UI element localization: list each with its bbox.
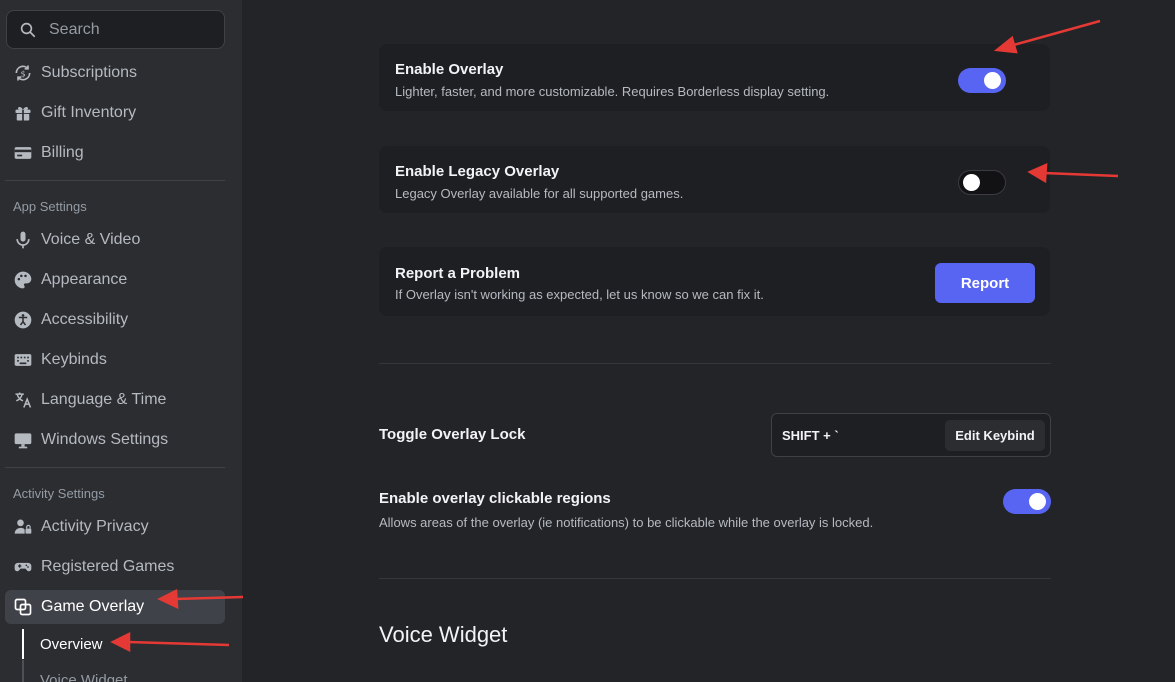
activity-settings-heading: Activity Settings <box>13 486 105 501</box>
sidebar-item-subscriptions[interactable]: $ Subscriptions <box>5 56 225 90</box>
sidebar-item-billing[interactable]: Billing <box>5 136 225 170</box>
sidebar-item-language-time[interactable]: Language & Time <box>5 383 225 417</box>
sidebar-divider <box>5 180 225 181</box>
search-icon <box>20 22 36 37</box>
billing-card-icon <box>13 143 33 163</box>
sidebar-item-windows-settings[interactable]: Windows Settings <box>5 423 225 457</box>
section-divider <box>379 578 1051 579</box>
sidebar-item-label: Accessibility <box>41 311 129 328</box>
toggle-overlay-lock-title: Toggle Overlay Lock <box>379 426 526 443</box>
sidebar-item-label: Game Overlay <box>41 598 145 615</box>
sidebar-item-keybinds[interactable]: Keybinds <box>5 343 225 377</box>
app-settings-heading: App Settings <box>13 199 87 214</box>
toggle-knob <box>984 72 1001 89</box>
report-problem-description: If Overlay isn't working as expected, le… <box>395 287 764 302</box>
edit-keybind-button[interactable]: Edit Keybind <box>945 420 1045 451</box>
sidebar-item-label: Gift Inventory <box>41 104 137 121</box>
svg-text:$: $ <box>21 68 26 78</box>
enable-overlay-description: Lighter, faster, and more customizable. … <box>395 84 830 99</box>
gift-icon <box>13 103 33 123</box>
sidebar-item-label: Registered Games <box>41 558 175 575</box>
sidebar-item-label: Voice & Video <box>41 231 141 248</box>
gamepad-icon <box>13 557 33 577</box>
section-divider <box>379 363 1051 364</box>
sidebar-divider <box>5 467 225 468</box>
search-placeholder: Search <box>49 20 100 38</box>
sidebar-item-label: Activity Privacy <box>41 518 149 535</box>
sidebar-item-accessibility[interactable]: Accessibility <box>5 303 225 337</box>
accessibility-icon <box>13 310 33 330</box>
sidebar-item-label: Language & Time <box>41 391 167 408</box>
translate-icon <box>13 390 33 410</box>
sidebar-item-label: Keybinds <box>41 351 107 368</box>
microphone-icon <box>13 230 33 250</box>
search-input[interactable]: Search <box>6 10 225 49</box>
person-lock-icon <box>13 517 33 537</box>
overlay-icon <box>13 597 33 617</box>
subscriptions-icon: $ <box>13 63 33 83</box>
keyboard-icon <box>13 350 33 370</box>
sidebar-item-activity-privacy[interactable]: Activity Privacy <box>5 510 225 544</box>
keybind-keys: SHIFT + ` <box>782 428 839 443</box>
clickable-regions-title: Enable overlay clickable regions <box>379 490 611 507</box>
voice-widget-heading: Voice Widget <box>379 622 508 647</box>
sidebar-item-registered-games[interactable]: Registered Games <box>5 550 225 584</box>
sidebar-subitem-overview[interactable]: Overview <box>22 629 222 659</box>
report-problem-title: Report a Problem <box>395 265 521 282</box>
toggle-knob <box>1029 493 1046 510</box>
sidebar-item-label: Billing <box>41 144 84 161</box>
sidebar-item-label: Windows Settings <box>41 431 169 448</box>
sidebar-item-appearance[interactable]: Appearance <box>5 263 225 297</box>
sidebar-item-gift-inventory[interactable]: Gift Inventory <box>5 96 225 130</box>
sidebar-item-voice-video[interactable]: Voice & Video <box>5 223 225 257</box>
sidebar-item-label: Subscriptions <box>41 64 138 81</box>
legacy-overlay-title: Enable Legacy Overlay <box>395 163 560 180</box>
overlay-lock-keybind: SHIFT + ` Edit Keybind <box>771 413 1051 457</box>
enable-overlay-toggle[interactable] <box>958 68 1006 93</box>
toggle-knob <box>963 174 980 191</box>
enable-overlay-card: Enable Overlay Lighter, faster, and more… <box>379 44 1050 111</box>
sidebar-item-label: Appearance <box>41 271 128 288</box>
legacy-overlay-toggle[interactable] <box>958 170 1006 195</box>
report-button[interactable]: Report <box>935 263 1035 303</box>
clickable-regions-toggle[interactable] <box>1003 489 1051 514</box>
clickable-regions-description: Allows areas of the overlay (ie notifica… <box>379 515 874 530</box>
sidebar-item-game-overlay[interactable]: Game Overlay <box>5 590 225 624</box>
monitor-icon <box>13 430 33 450</box>
enable-overlay-title: Enable Overlay <box>395 61 504 78</box>
settings-sidebar: Search $ Subscriptions Gift Inventory Bi… <box>0 0 242 682</box>
legacy-overlay-card: Enable Legacy Overlay Legacy Overlay ava… <box>379 146 1050 213</box>
palette-icon <box>13 270 33 290</box>
sidebar-subitem-voice-widget[interactable]: Voice Widget <box>22 665 222 682</box>
legacy-overlay-description: Legacy Overlay available for all support… <box>395 186 684 201</box>
